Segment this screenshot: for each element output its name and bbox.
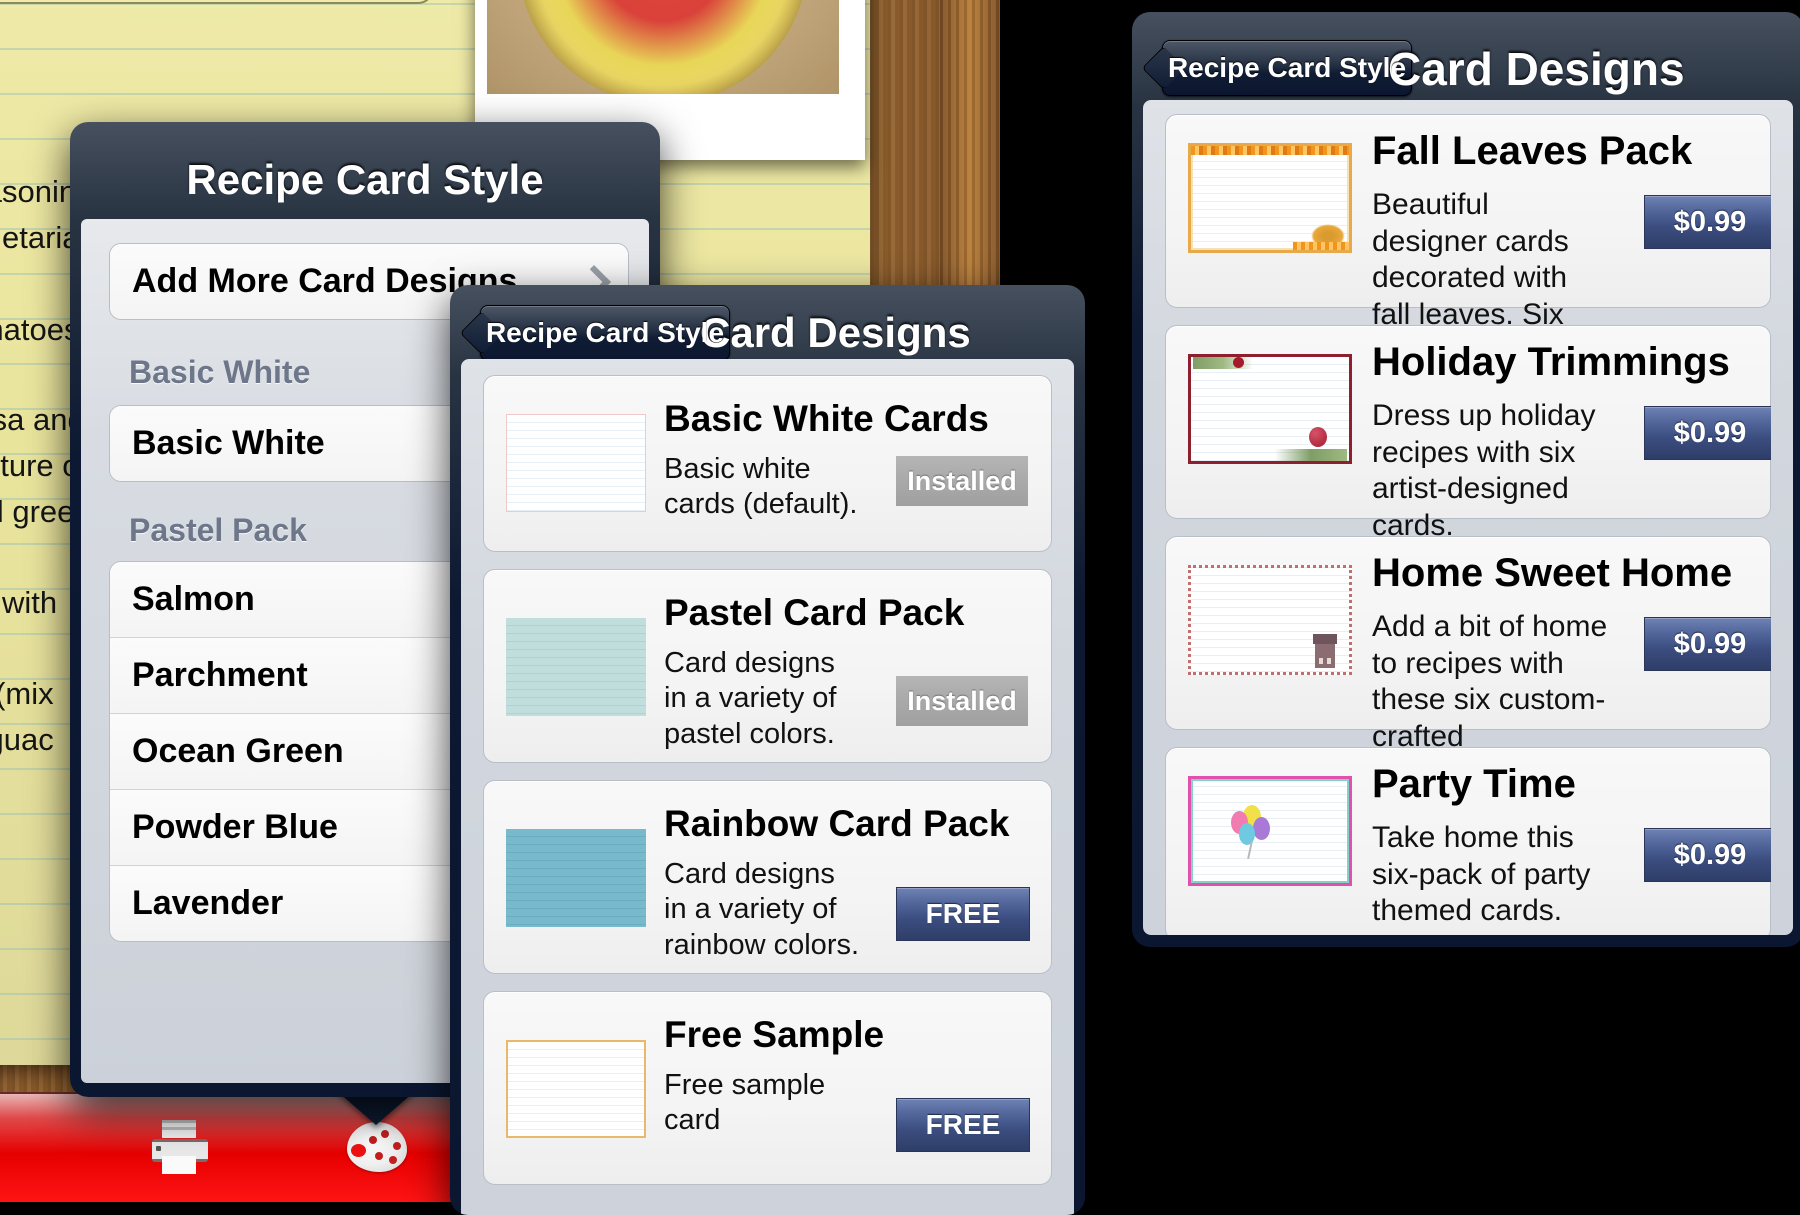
style-row-label: Basic White bbox=[132, 424, 325, 462]
print-button[interactable] bbox=[148, 1120, 212, 1176]
installed-badge: Installed bbox=[896, 456, 1028, 506]
recipe-text-line-7: dip with bbox=[0, 585, 58, 620]
store-list-right: Fall Leaves Pack Beautiful designer card… bbox=[1165, 114, 1771, 935]
section-header-label: Basic White bbox=[129, 353, 311, 390]
palette-icon bbox=[345, 1120, 409, 1176]
store-cell-description: Free sample card bbox=[664, 1069, 826, 1137]
store-cell-description: Card designs in a variety of rainbow col… bbox=[664, 858, 860, 961]
back-button-right[interactable]: Recipe Card Style bbox=[1162, 40, 1412, 96]
back-button-label: Recipe Card Style bbox=[1167, 52, 1407, 83]
style-row-label: Powder Blue bbox=[132, 808, 338, 846]
store-cell-pastel-card-pack[interactable]: Pastel Card Pack Card designs in a varie… bbox=[483, 569, 1052, 763]
white-card-thumb bbox=[506, 414, 646, 512]
store-cell-holiday-trimmings[interactable]: Holiday Trimmings Dress up holiday recip… bbox=[1165, 325, 1771, 542]
card-designs-list-mid: Basic White Cards Basic white cards (def… bbox=[461, 359, 1074, 1215]
back-button-label: Recipe Card Style bbox=[485, 317, 725, 348]
store-cell-title: Pastel Card Pack bbox=[664, 592, 965, 633]
home-thumb bbox=[1188, 565, 1352, 675]
store-list-mid: Basic White Cards Basic white cards (def… bbox=[483, 375, 1052, 1215]
free-button[interactable]: FREE bbox=[896, 1098, 1030, 1152]
fall-card-thumb bbox=[506, 1040, 646, 1138]
card-designs-panel-mid: Recipe Card Style Card Designs Basic Whi… bbox=[450, 285, 1085, 1215]
price-button[interactable]: $0.99 bbox=[1644, 617, 1771, 671]
store-cell-description: Card designs in a variety of pastel colo… bbox=[664, 647, 837, 750]
store-cell-home-sweet-home[interactable]: Home Sweet Home Add a bit of home to rec… bbox=[1165, 536, 1771, 753]
panel-title-mid: Card Designs bbox=[700, 309, 971, 356]
section-header-label: Pastel Pack bbox=[129, 511, 307, 548]
store-cell-party-time[interactable]: Party Time Take home this six-pack of pa… bbox=[1165, 747, 1771, 935]
store-cell-title: Home Sweet Home bbox=[1372, 551, 1733, 595]
store-cell-title: Free Sample bbox=[664, 1014, 885, 1055]
store-cell-title: Holiday Trimmings bbox=[1372, 340, 1730, 384]
style-row-label: Salmon bbox=[132, 580, 255, 618]
store-cell-description: Basic white cards (default). bbox=[664, 453, 858, 521]
installed-badge: Installed bbox=[896, 676, 1028, 726]
rainbow-card-thumb bbox=[506, 829, 646, 927]
recipe-bottom-toolbar bbox=[0, 1092, 512, 1202]
card-style-button[interactable] bbox=[345, 1120, 409, 1176]
store-cell-description: Add a bit of home to recipes with these … bbox=[1372, 610, 1608, 753]
recipe-text-line-8: do (mix bbox=[0, 676, 54, 711]
back-button-mid[interactable]: Recipe Card Style bbox=[480, 305, 730, 361]
price-button[interactable]: $0.99 bbox=[1644, 195, 1771, 249]
price-button[interactable]: $0.99 bbox=[1644, 828, 1771, 882]
panel-title-right: Card Designs bbox=[1388, 43, 1685, 95]
free-button[interactable]: FREE bbox=[896, 887, 1030, 941]
dip-photo-subject bbox=[518, 0, 808, 94]
store-cell-title: Rainbow Card Pack bbox=[664, 803, 1010, 844]
pastel-card-thumb bbox=[506, 618, 646, 716]
store-cell-description: Dress up holiday recipes with six artist… bbox=[1372, 399, 1596, 542]
store-cell-basic-white-cards[interactable]: Basic White Cards Basic white cards (def… bbox=[483, 375, 1052, 552]
store-cell-description: Take home this six-pack of party themed … bbox=[1372, 821, 1591, 928]
store-cell-title: Fall Leaves Pack bbox=[1372, 129, 1693, 173]
party-thumb bbox=[1188, 776, 1352, 886]
style-row-label: Ocean Green bbox=[132, 732, 344, 770]
popover-title: Recipe Card Style bbox=[186, 156, 544, 203]
store-cell-title: Party Time bbox=[1372, 762, 1576, 806]
recipe-text-line-9: n, guac bbox=[0, 722, 54, 757]
style-row-label: Parchment bbox=[132, 656, 308, 694]
store-cell-fall-leaves-pack[interactable]: Fall Leaves Pack Beautiful designer card… bbox=[1165, 114, 1771, 367]
store-cell-rainbow-card-pack[interactable]: Rainbow Card Pack Card designs in a vari… bbox=[483, 780, 1052, 974]
card-designs-panel-right: Recipe Card Style Card Designs Fall Leav… bbox=[1132, 12, 1800, 947]
printer-icon bbox=[148, 1120, 212, 1176]
style-row-label: Lavender bbox=[132, 884, 284, 922]
recipe-header-box bbox=[0, 0, 434, 4]
holiday-thumb bbox=[1188, 354, 1352, 464]
store-cell-free-sample[interactable]: Free Sample Free sample card FREE bbox=[483, 991, 1052, 1185]
store-cell-title: Basic White Cards bbox=[664, 398, 989, 439]
card-designs-list-right: Fall Leaves Pack Beautiful designer card… bbox=[1143, 100, 1793, 935]
recipe-photo bbox=[487, 0, 839, 94]
price-button[interactable]: $0.99 bbox=[1644, 406, 1771, 460]
fall-leaves-thumb bbox=[1188, 143, 1352, 253]
